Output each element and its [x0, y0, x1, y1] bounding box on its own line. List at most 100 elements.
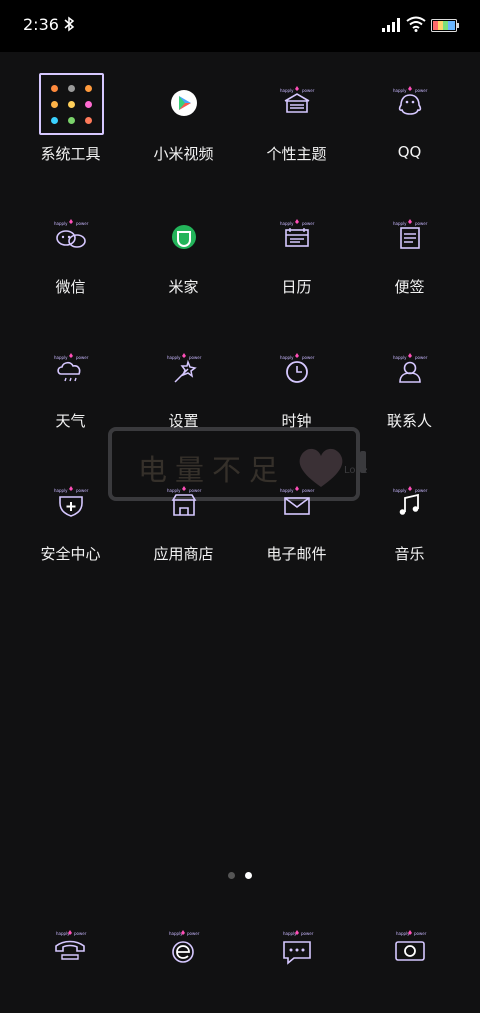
badge-text: power [76, 488, 89, 493]
folder-icon [39, 73, 104, 135]
signal-icon [382, 18, 400, 32]
phone-icon[interactable]: happly power [50, 928, 90, 968]
app-mijia[interactable]: 米家 [127, 206, 240, 326]
wechat-icon: happly power [54, 219, 89, 248]
status-bar: 2:36 [0, 0, 480, 52]
folder-mini-icon [68, 85, 75, 92]
status-time: 2:36 [23, 15, 59, 34]
app-label: 米家 [168, 278, 199, 296]
app-label: 应用商店 [153, 545, 214, 563]
badge-text: happly [280, 221, 294, 226]
badge-text: happly [393, 88, 407, 93]
folder-mini-icon [85, 85, 92, 92]
badge-text: power [302, 88, 315, 93]
folder-mini-icon [51, 117, 58, 124]
settings-icon: happly power [167, 353, 202, 383]
badge-text: happly [167, 488, 181, 493]
badge-text: happly [280, 88, 294, 93]
badge-text: happly [280, 488, 294, 493]
badge-text: power [415, 88, 428, 93]
app-label: QQ [397, 143, 422, 161]
badge-text: happly [167, 355, 181, 360]
notes-icon: happly power [393, 219, 428, 249]
badge-text: power [189, 488, 202, 493]
app-clock[interactable]: happly power 时钟 [240, 340, 353, 460]
app-label: 微信 [55, 278, 86, 296]
badge-text: power [415, 488, 428, 493]
svg-text:happly: happly [56, 931, 70, 936]
contacts-icon: happly power [393, 353, 428, 383]
email-icon: happly power [280, 486, 315, 515]
app-system-tools[interactable]: 系统工具 [14, 73, 127, 193]
app-label: 安全中心 [40, 545, 101, 563]
page-indicator [0, 872, 480, 880]
badge-text: power [415, 355, 428, 360]
badge-text: power [415, 221, 428, 226]
app-mi-video[interactable]: 小米视频 [127, 73, 240, 193]
store-icon: happly power [167, 486, 202, 516]
folder-mini-icon [85, 117, 92, 124]
badge-text: power [76, 355, 89, 360]
app-settings[interactable]: happly power 设置 [127, 340, 240, 460]
browser-icon[interactable]: happly power [163, 928, 203, 968]
svg-text:happly: happly [283, 931, 297, 936]
badge-text: happly [393, 355, 407, 360]
page-dot-active[interactable] [245, 872, 252, 879]
app-label: 天气 [55, 412, 86, 430]
app-label: 电子邮件 [266, 545, 327, 563]
app-label: 时钟 [281, 412, 312, 430]
qq-icon: happly power [393, 86, 428, 115]
app-notes[interactable]: happly power 便签 [353, 206, 466, 326]
app-security[interactable]: happly power 安全中心 [14, 473, 127, 593]
bluetooth-icon [64, 16, 75, 32]
badge-text: happly [54, 355, 68, 360]
app-weather[interactable]: happly power 天气 [14, 340, 127, 460]
app-label: 联系人 [386, 412, 432, 430]
mijia-icon [172, 225, 196, 249]
svg-text:power: power [187, 931, 200, 936]
badge-text: happly [393, 221, 407, 226]
app-label: 音乐 [394, 545, 425, 563]
svg-text:happly: happly [396, 931, 410, 936]
battery-icon [431, 19, 459, 32]
app-email[interactable]: happly power 电子邮件 [240, 473, 353, 593]
folder-mini-icon [51, 85, 58, 92]
clock-icon: happly power [280, 353, 315, 383]
badge-text: power [302, 221, 315, 226]
badge-text: power [76, 221, 89, 226]
wifi-icon [406, 16, 426, 32]
app-label: 系统工具 [40, 145, 101, 163]
theme-icon: happly power [280, 86, 315, 113]
badge-text: happly [54, 221, 68, 226]
folder-mini-icon [85, 101, 92, 108]
app-wechat[interactable]: happly power 微信 [14, 206, 127, 326]
badge-text: happly [280, 355, 294, 360]
page-dot[interactable] [228, 872, 235, 879]
music-icon: happly power [393, 486, 428, 515]
app-themes[interactable]: happly power 个性主题 [240, 73, 353, 193]
app-label: 日历 [281, 278, 312, 296]
app-calendar[interactable]: happly power 日历 [240, 206, 353, 326]
folder-mini-icon [68, 101, 75, 108]
svg-text:power: power [74, 931, 87, 936]
svg-text:power: power [301, 931, 314, 936]
calendar-icon: happly power [280, 219, 315, 247]
app-label: 个性主题 [266, 145, 327, 163]
app-qq[interactable]: happly power QQ [353, 73, 466, 193]
folder-mini-icon [51, 101, 58, 108]
app-store[interactable]: happly power 应用商店 [127, 473, 240, 593]
app-music[interactable]: happly power 音乐 [353, 473, 466, 593]
weather-icon: happly power [54, 353, 89, 382]
messages-icon[interactable]: happly power [277, 928, 317, 968]
app-contacts[interactable]: happly power 联系人 [353, 340, 466, 460]
badge-text: power [302, 355, 315, 360]
badge-text: happly [393, 488, 407, 493]
app-label: 小米视频 [153, 145, 214, 163]
badge-text: power [189, 355, 202, 360]
svg-text:happly: happly [169, 931, 183, 936]
camera-icon[interactable]: happly power [390, 928, 430, 968]
folder-mini-icon [68, 117, 75, 124]
badge-text: power [302, 488, 315, 493]
badge-text: happly [54, 488, 68, 493]
security-icon: happly power [54, 486, 89, 517]
